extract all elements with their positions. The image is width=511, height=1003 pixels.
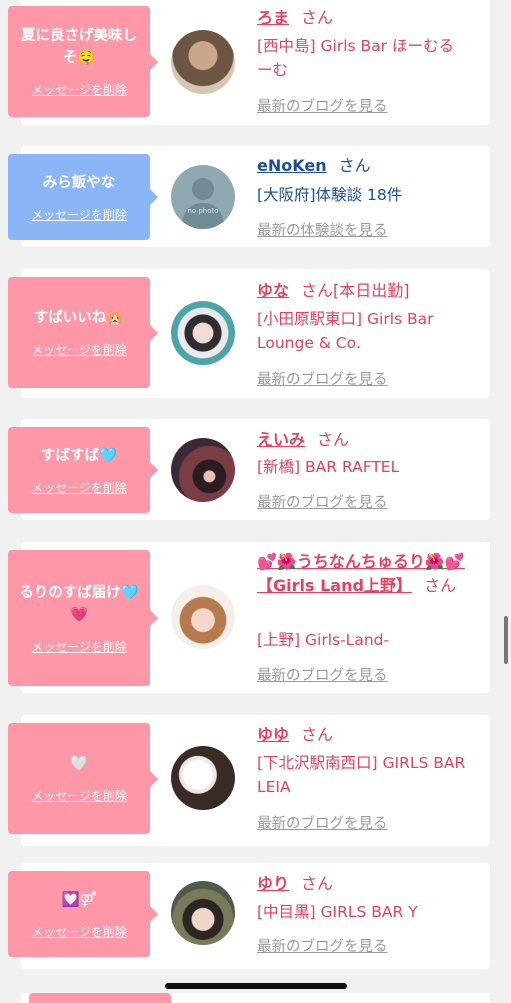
latest-blog-link[interactable]: 最新のブログを見る — [257, 368, 388, 389]
shop-link[interactable]: [西中島] Girls Bar ほーむるーむ — [257, 34, 467, 82]
message-bubble: すばいいね🐹 メッセージを削除 — [8, 277, 158, 388]
latest-blog-link[interactable]: 最新のブログを見る — [257, 95, 388, 116]
latest-blog-link[interactable]: 最新のブログを見る — [257, 812, 388, 833]
latest-blog-link[interactable]: 最新のブログを見る — [257, 664, 388, 685]
user-name-line: えいみ さん — [257, 428, 349, 452]
message-bubble: 🤍 メッセージを削除 — [8, 723, 158, 834]
delete-message-link[interactable]: メッセージを削除 — [31, 923, 127, 940]
no-photo-avatar[interactable]: no photo — [171, 165, 235, 229]
message-text: みら飯やな — [42, 174, 116, 191]
avatar[interactable] — [171, 438, 235, 502]
user-name-line: ろま さん — [257, 6, 333, 30]
message-text: 💟⚤ — [61, 891, 97, 908]
delete-message-link[interactable]: メッセージを削除 — [31, 206, 127, 223]
home-indicator[interactable] — [165, 983, 347, 989]
latest-blog-link[interactable]: 最新のブログを見る — [257, 491, 388, 512]
message-bubble: るりのすば届け🩵💗 メッセージを削除 — [8, 550, 158, 686]
person-silhouette-icon — [181, 178, 225, 229]
scrollbar[interactable] — [504, 616, 508, 664]
user-name-link[interactable]: eNoKen — [257, 156, 327, 175]
avatar[interactable] — [171, 585, 235, 649]
user-name-link[interactable]: ゆり — [257, 874, 289, 893]
user-name-link[interactable]: ろま — [257, 8, 289, 27]
user-name-link[interactable]: ゆな — [257, 281, 289, 300]
message-text: 🤍 — [69, 756, 89, 772]
user-name-link[interactable]: ゆゆ — [257, 725, 289, 744]
delete-message-link[interactable]: メッセージを削除 — [31, 479, 127, 496]
honorific: さん — [301, 8, 334, 27]
delete-message-link[interactable]: メッセージを削除 — [31, 341, 127, 358]
honorific: さん — [423, 576, 456, 595]
user-name-line: eNoKen さん — [257, 154, 371, 178]
review-count-link[interactable]: [大阪府]体験談 18件 — [257, 183, 467, 207]
no-photo-label: no photo — [187, 207, 219, 215]
message-bubble-partial — [29, 993, 171, 1003]
shop-link[interactable]: [中目黒] GIRLS BAR Y — [257, 900, 467, 924]
honorific: さん — [317, 430, 350, 449]
latest-review-link[interactable]: 最新の体験談を見る — [257, 219, 388, 240]
avatar[interactable] — [171, 30, 235, 94]
message-text: すばすば🩵 — [40, 447, 118, 464]
honorific: さん — [338, 156, 371, 175]
user-name-line: ゆり さん — [257, 872, 333, 896]
message-bubble: 夏に良さげ美味しそ🤤 メッセージを削除 — [8, 6, 158, 117]
message-bubble: 💟⚤ メッセージを削除 — [8, 871, 158, 957]
avatar[interactable] — [171, 746, 235, 810]
attendance-status: [本日出勤] — [333, 281, 410, 300]
user-name-line: ゆな さん[本日出勤] — [257, 279, 410, 303]
message-text: すばいいね🐹 — [33, 310, 125, 326]
user-name-line: ゆゆ さん — [257, 723, 333, 747]
shop-link[interactable]: [上野] Girls-Land- — [257, 628, 467, 652]
message-bubble: みら飯やな メッセージを削除 — [8, 154, 158, 240]
honorific: さん — [301, 281, 334, 300]
message-bubble: すばすば🩵 メッセージを削除 — [8, 427, 158, 513]
shop-link[interactable]: [新橋] BAR RAFTEL — [257, 455, 467, 479]
shop-link[interactable]: [小田原駅東口] Girls Bar Lounge & Co. — [257, 307, 467, 355]
delete-message-link[interactable]: メッセージを削除 — [31, 638, 127, 655]
avatar[interactable] — [171, 301, 235, 365]
avatar[interactable] — [171, 881, 235, 945]
shop-link[interactable]: [下北沢駅南西口] GIRLS BAR LEIA — [257, 751, 467, 799]
user-name-line: 💕🌺うちなんちゅるり🌺💕【Girls Land上野】 さん — [257, 550, 467, 598]
latest-blog-link[interactable]: 最新のブログを見る — [257, 935, 388, 956]
delete-message-link[interactable]: メッセージを削除 — [31, 81, 127, 98]
honorific: さん — [301, 874, 334, 893]
user-name-link[interactable]: えいみ — [257, 430, 305, 449]
delete-message-link[interactable]: メッセージを削除 — [31, 787, 127, 804]
honorific: さん — [301, 725, 334, 744]
message-text: 夏に良さげ美味しそ🤤 — [21, 28, 137, 66]
message-text: るりのすば届け🩵💗 — [19, 584, 139, 623]
